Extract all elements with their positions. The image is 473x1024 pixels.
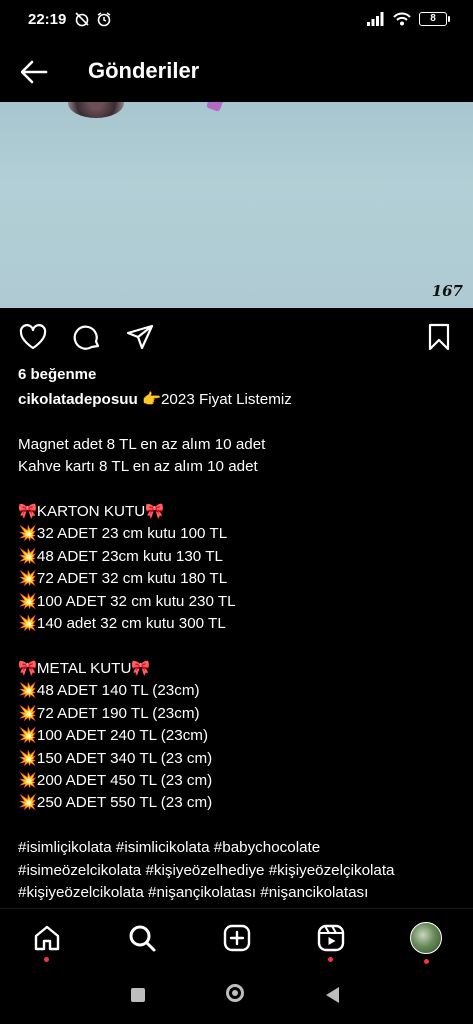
search-icon[interactable] (127, 923, 157, 953)
arrow-left-icon[interactable] (18, 56, 50, 88)
status-right-icons: 8 (367, 12, 450, 26)
profile-avatar[interactable] (410, 922, 442, 954)
bottom-nav (0, 908, 473, 969)
recents-button[interactable] (131, 988, 145, 1002)
bookmark-icon[interactable] (424, 322, 454, 352)
home-notification-dot (44, 957, 49, 962)
battery-icon: 8 (419, 12, 450, 26)
page-title: Gönderiler (88, 58, 200, 83)
image-object (68, 102, 124, 118)
signal-icon (367, 12, 384, 26)
system-nav (0, 968, 473, 1024)
image-object (206, 102, 224, 112)
new-post-icon[interactable] (222, 923, 252, 953)
status-bar: 22:19 8 (0, 0, 473, 42)
heart-icon[interactable] (18, 322, 48, 352)
reels-notification-dot (328, 957, 333, 962)
likes-count[interactable]: 6 beğenme (18, 366, 96, 383)
status-left-icons (74, 11, 112, 27)
back-button[interactable] (326, 987, 339, 1003)
caption-body: Magnet adet 8 TL en az alım 10 adet Kahv… (18, 435, 395, 901)
profile-notification-dot (424, 959, 429, 964)
post-image[interactable]: 167 (0, 102, 473, 308)
header: Gönderiler (0, 42, 473, 102)
status-time: 22:19 (28, 11, 67, 28)
home-button[interactable] (226, 984, 244, 1002)
comment-icon[interactable] (72, 322, 102, 352)
reels-icon[interactable] (316, 923, 346, 953)
share-icon[interactable] (125, 322, 155, 352)
post-actions (0, 318, 473, 356)
image-counter: 167 (431, 282, 463, 300)
caption-username[interactable]: cikolatadeposuu (18, 391, 138, 408)
home-icon[interactable] (32, 923, 62, 953)
alarm-off-icon (75, 12, 89, 27)
post-caption: cikolatadeposuu 👉2023 Fiyat Listemiz Mag… (18, 389, 458, 904)
caption-first-line: 👉2023 Fiyat Listemiz (137, 391, 292, 408)
alarm-icon (97, 12, 111, 27)
wifi-icon (393, 12, 411, 26)
